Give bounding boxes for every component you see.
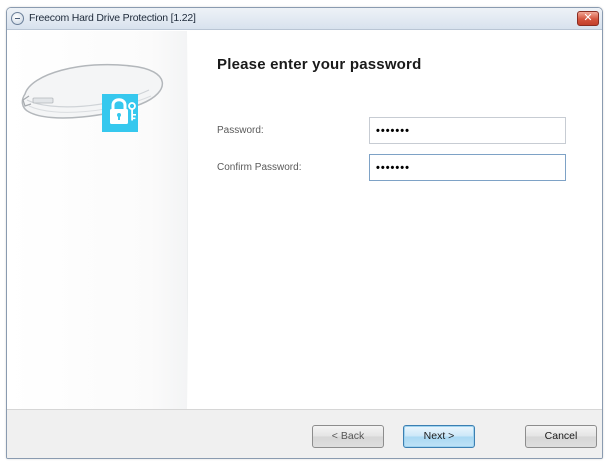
- next-button[interactable]: Next >: [403, 425, 475, 448]
- close-button[interactable]: ✕: [577, 11, 599, 26]
- wizard-window: Freecom Hard Drive Protection [1.22] ✕ P…: [6, 7, 603, 459]
- close-icon: ✕: [583, 12, 593, 24]
- title-bar[interactable]: Freecom Hard Drive Protection [1.22] ✕: [7, 8, 602, 30]
- cancel-button[interactable]: Cancel: [525, 425, 597, 448]
- page-title: Please enter your password: [217, 56, 422, 73]
- side-panel-divider: [187, 31, 188, 409]
- back-button[interactable]: < Back: [312, 425, 384, 448]
- password-field[interactable]: [369, 117, 566, 144]
- window-title: Freecom Hard Drive Protection [1.22]: [29, 12, 196, 24]
- confirm-password-field[interactable]: [369, 154, 566, 181]
- hard-drive-icon: [21, 63, 163, 119]
- system-menu-icon[interactable]: [11, 12, 24, 25]
- password-label: Password:: [217, 125, 264, 136]
- hard-drive-lock-icon: [21, 63, 163, 132]
- lock-icon: [102, 94, 138, 132]
- confirm-password-label: Confirm Password:: [217, 162, 302, 173]
- wizard-footer: < Back Next > Cancel: [7, 409, 602, 458]
